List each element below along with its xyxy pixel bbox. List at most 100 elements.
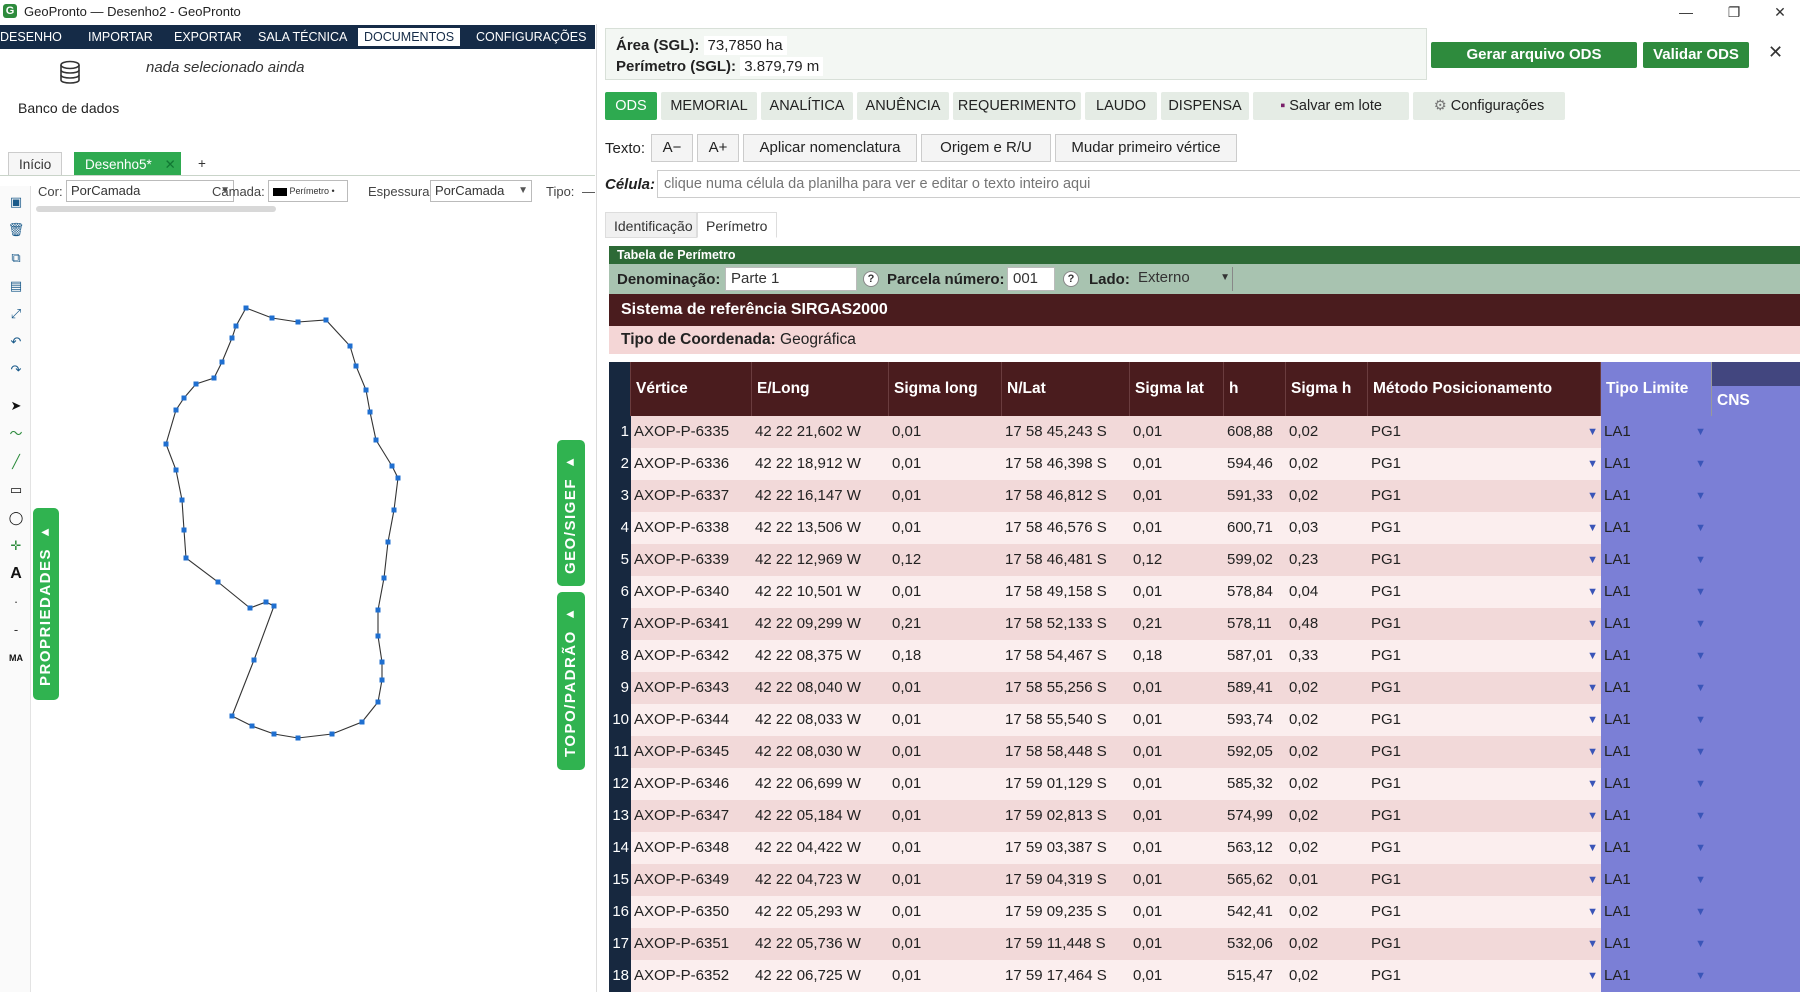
menu-documentos[interactable]: DOCUMENTOS: [358, 28, 461, 46]
chevron-down-icon[interactable]: ▼: [1695, 704, 1706, 736]
vertex-marker[interactable]: [347, 343, 353, 349]
vertex-marker[interactable]: [247, 605, 253, 611]
cell-h[interactable]: 585,32: [1224, 768, 1286, 800]
cell-elong[interactable]: 42 22 16,147 W: [752, 480, 889, 512]
cell-elong[interactable]: 42 22 08,040 W: [752, 672, 889, 704]
col-cns[interactable]: CNS: [1712, 362, 1800, 416]
table-row[interactable]: 1 AXOP-P-6335 42 22 21,602 W 0,01 17 58 45,2…: [609, 416, 1800, 448]
col-vertice[interactable]: Vértice: [631, 362, 752, 416]
cell-h[interactable]: 578,84: [1224, 576, 1286, 608]
cell-sigma-lat[interactable]: 0,01: [1130, 800, 1224, 832]
cell-tipo-limite[interactable]: LA1 ▼: [1601, 608, 1712, 640]
cell-vertice[interactable]: AXOP-P-6337: [631, 480, 752, 512]
table-row[interactable]: 5 AXOP-P-6339 42 22 12,969 W 0,12 17 58 46,4…: [609, 544, 1800, 576]
side-tab-properties[interactable]: PROPRIEDADES ▸: [33, 508, 59, 700]
cell-tipo-limite[interactable]: LA1 ▼: [1601, 768, 1712, 800]
cell-sigma-h[interactable]: 0,48: [1286, 608, 1368, 640]
cell-cns[interactable]: [1712, 416, 1800, 448]
col-h[interactable]: h: [1224, 362, 1286, 416]
cell-sigma-long[interactable]: 0,01: [889, 768, 1002, 800]
chevron-down-icon[interactable]: ▼: [1695, 576, 1706, 608]
col-sigma-long[interactable]: Sigma long: [889, 362, 1002, 416]
save-icon[interactable]: ▣: [6, 192, 26, 212]
vertex-marker[interactable]: [367, 409, 373, 415]
text-icon[interactable]: A: [6, 564, 26, 584]
cell-tipo-limite[interactable]: LA1 ▼: [1601, 800, 1712, 832]
cell-elong[interactable]: 42 22 08,030 W: [752, 736, 889, 768]
cell-sigma-h[interactable]: 0,02: [1286, 416, 1368, 448]
cell-cns[interactable]: [1712, 640, 1800, 672]
cell-vertice[interactable]: AXOP-P-6347: [631, 800, 752, 832]
vertex-marker[interactable]: [271, 603, 277, 609]
vertex-marker[interactable]: [269, 315, 275, 321]
cell-h[interactable]: 599,02: [1224, 544, 1286, 576]
cell-vertice[interactable]: AXOP-P-6335: [631, 416, 752, 448]
chevron-down-icon[interactable]: ▼: [1695, 608, 1706, 640]
cell-cns[interactable]: [1712, 864, 1800, 896]
cell-sigma-h[interactable]: 0,02: [1286, 736, 1368, 768]
cell-sigma-long[interactable]: 0,01: [889, 832, 1002, 864]
cell-sigma-lat[interactable]: 0,21: [1130, 608, 1224, 640]
apply-nomenclature-button[interactable]: Aplicar nomenclatura: [743, 134, 917, 162]
help-icon[interactable]: ?: [863, 271, 879, 287]
cell-nlat[interactable]: 17 58 45,243 S: [1002, 416, 1130, 448]
cell-nlat[interactable]: 17 58 46,812 S: [1002, 480, 1130, 512]
chevron-down-icon[interactable]: ▼: [1583, 480, 1601, 512]
cell-sigma-lat[interactable]: 0,01: [1130, 864, 1224, 896]
font-increase-button[interactable]: A+: [697, 134, 739, 162]
vertex-marker[interactable]: [373, 437, 379, 443]
minimize-button[interactable]: —: [1666, 2, 1706, 22]
table-row[interactable]: 10 AXOP-P-6344 42 22 08,033 W 0,01 17 58 55,…: [609, 704, 1800, 736]
table-row[interactable]: 15 AXOP-P-6349 42 22 04,723 W 0,01 17 59 04,…: [609, 864, 1800, 896]
cell-cns[interactable]: [1712, 928, 1800, 960]
cell-tipo-limite[interactable]: LA1 ▼: [1601, 896, 1712, 928]
side-tab-geo-sigef[interactable]: GEO/SIGEF ▸: [557, 440, 585, 586]
row-index[interactable]: 15: [609, 864, 631, 896]
cell-elong[interactable]: 42 22 05,293 W: [752, 896, 889, 928]
tab-memorial[interactable]: MEMORIAL: [661, 92, 757, 120]
table-row[interactable]: 2 AXOP-P-6336 42 22 18,912 W 0,01 17 58 46,3…: [609, 448, 1800, 480]
cell-tipo-limite[interactable]: LA1 ▼: [1601, 704, 1712, 736]
restore-button[interactable]: ❐: [1714, 2, 1754, 22]
cell-sigma-long[interactable]: 0,01: [889, 864, 1002, 896]
vertex-marker[interactable]: [173, 467, 179, 473]
tab-identificacao[interactable]: Identificação: [605, 212, 697, 238]
cell-metodo[interactable]: PG1: [1368, 896, 1583, 928]
polyline-icon[interactable]: 〜: [6, 424, 26, 444]
cell-sigma-h[interactable]: 0,04: [1286, 576, 1368, 608]
cell-metodo[interactable]: PG1: [1368, 416, 1583, 448]
cell-sigma-lat[interactable]: 0,01: [1130, 704, 1224, 736]
tab-inicio[interactable]: Início: [8, 152, 63, 175]
cell-h[interactable]: 515,47: [1224, 960, 1286, 992]
cell-elong[interactable]: 42 22 18,912 W: [752, 448, 889, 480]
cell-sigma-long[interactable]: 0,01: [889, 672, 1002, 704]
font-decrease-button[interactable]: A−: [651, 134, 693, 162]
cell-sigma-long[interactable]: 0,21: [889, 608, 1002, 640]
cell-elong[interactable]: 42 22 08,033 W: [752, 704, 889, 736]
cell-vertice[interactable]: AXOP-P-6348: [631, 832, 752, 864]
cell-sigma-long[interactable]: 0,01: [889, 576, 1002, 608]
cell-h[interactable]: 592,05: [1224, 736, 1286, 768]
col-sigma-lat[interactable]: Sigma lat: [1130, 362, 1224, 416]
vertex-marker[interactable]: [271, 731, 277, 737]
perimeter-polygon[interactable]: [32, 214, 592, 992]
chevron-down-icon[interactable]: ▼: [1695, 512, 1706, 544]
cell-metodo[interactable]: PG1: [1368, 672, 1583, 704]
cell-sigma-long[interactable]: 0,01: [889, 704, 1002, 736]
settings-button[interactable]: ⚙ Configurações: [1413, 92, 1565, 120]
cell-metodo[interactable]: PG1: [1368, 448, 1583, 480]
cell-sigma-lat[interactable]: 0,01: [1130, 448, 1224, 480]
cell-elong[interactable]: 42 22 10,501 W: [752, 576, 889, 608]
vertex-marker[interactable]: [363, 387, 369, 393]
cell-sigma-h[interactable]: 0,33: [1286, 640, 1368, 672]
table-row[interactable]: 8 AXOP-P-6342 42 22 08,375 W 0,18 17 58 54,4…: [609, 640, 1800, 672]
cell-nlat[interactable]: 17 58 54,467 S: [1002, 640, 1130, 672]
cell-cns[interactable]: [1712, 480, 1800, 512]
table-row[interactable]: 11 AXOP-P-6345 42 22 08,030 W 0,01 17 58 58,…: [609, 736, 1800, 768]
copy-icon[interactable]: ⧉: [6, 248, 26, 268]
chevron-down-icon[interactable]: ▼: [1583, 832, 1601, 864]
row-index[interactable]: 17: [609, 928, 631, 960]
chevron-down-icon[interactable]: ▼: [1583, 544, 1601, 576]
table-row[interactable]: 13 AXOP-P-6347 42 22 05,184 W 0,01 17 59 02,…: [609, 800, 1800, 832]
validar-ods-button[interactable]: Validar ODS: [1643, 42, 1749, 68]
